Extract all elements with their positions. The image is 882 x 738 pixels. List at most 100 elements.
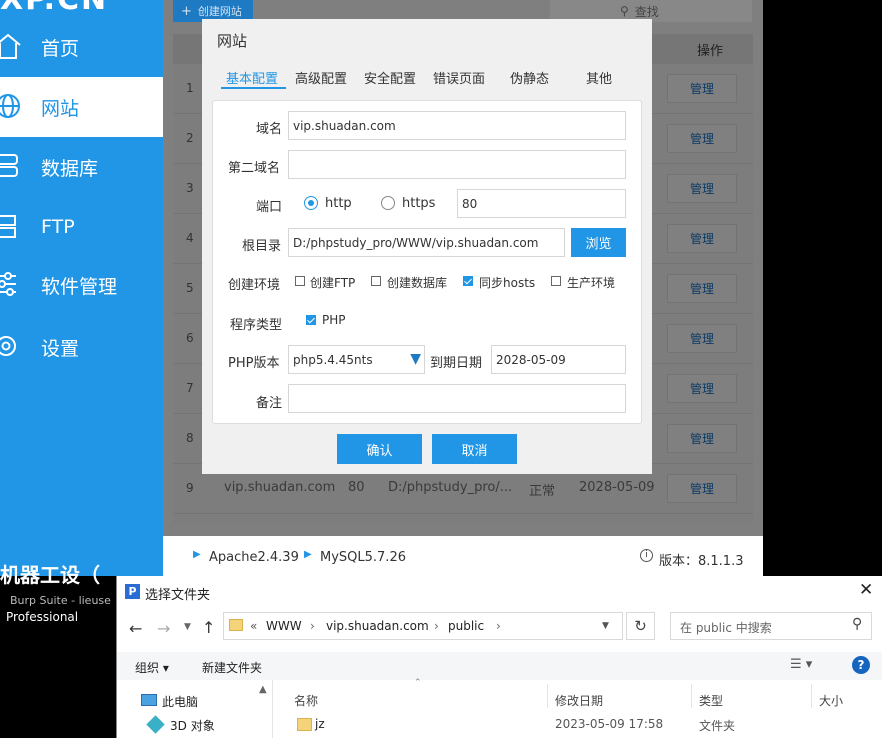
php-version-value: php5.4.45nts [293, 352, 373, 367]
column-name[interactable]: 名称 [294, 692, 318, 709]
expiry-input[interactable]: 2028-05-09 [491, 345, 626, 374]
create-ftp-checkbox[interactable] [295, 276, 305, 286]
manage-button[interactable]: 管理 [667, 74, 737, 103]
http-radio[interactable] [304, 196, 318, 210]
browse-button[interactable]: 浏览 [571, 228, 626, 257]
create-db-checkbox[interactable] [371, 276, 381, 286]
apache-status[interactable]: Apache2.4.39 [209, 550, 299, 565]
root-input[interactable]: D:/phpstudy_pro/WWW/vip.shuadan.com [288, 228, 565, 257]
domain-input[interactable]: vip.shuadan.com [288, 111, 626, 140]
sidebar: XP.CN 首页 网站 数据库 FTP 软件管理 设置 [0, 0, 163, 576]
row-number: 8 [186, 431, 194, 445]
address-bar[interactable]: « WWW › vip.shuadan.com › public › ▼ [223, 612, 623, 640]
manage-button[interactable]: 管理 [667, 274, 737, 303]
confirm-button[interactable]: 确认 [337, 434, 422, 464]
row-number: 2 [186, 131, 194, 145]
path-segment-public[interactable]: public [448, 619, 484, 633]
column-modified[interactable]: 修改日期 [555, 692, 603, 709]
mysql-status[interactable]: MySQL5.7.26 [320, 550, 406, 565]
manage-button[interactable]: 管理 [667, 124, 737, 153]
sidebar-item-ftp[interactable]: FTP [0, 197, 163, 257]
tab-basic[interactable]: 基本配置 [226, 68, 278, 87]
close-icon[interactable]: ✕ [859, 580, 873, 600]
column-divider[interactable] [811, 684, 812, 708]
sync-hosts-checkbox[interactable] [463, 276, 473, 286]
pane-divider [272, 680, 273, 738]
second-domain-label: 第二域名 [228, 161, 281, 176]
recent-dropdown-icon[interactable]: ▼ [184, 622, 191, 632]
port-input[interactable]: 80 [457, 189, 626, 218]
home-icon [0, 33, 21, 59]
dialog-body: 此电脑 3D 对象 ▲ ⌃ 名称 修改日期 类型 大小 jz 2023-05-0… [117, 678, 882, 738]
sliders-icon [0, 272, 16, 296]
back-icon[interactable]: ← [129, 619, 142, 638]
tree-item-3d-objects[interactable]: 3D 对象 [170, 717, 215, 734]
sidebar-item-website[interactable]: 网站 [0, 77, 163, 137]
tab-security[interactable]: 安全配置 [364, 68, 416, 87]
sidebar-item-settings[interactable]: 设置 [0, 317, 163, 377]
create-site-label: 创建网站 [197, 5, 242, 18]
search-placeholder: 查找 [634, 4, 659, 19]
file-modified: 2023-05-09 17:58 [555, 717, 664, 731]
production-label: 生产环境 [567, 276, 616, 290]
sidebar-item-software[interactable]: 软件管理 [0, 255, 163, 315]
search-icon: ⚲ [852, 616, 863, 632]
second-domain-input[interactable] [288, 150, 626, 179]
tab-advanced[interactable]: 高级配置 [295, 68, 347, 87]
organize-button[interactable]: 组织 ▾ [135, 659, 169, 676]
sort-indicator-icon: ⌃ [414, 678, 422, 688]
php-label: PHP [322, 313, 346, 327]
new-folder-button[interactable]: 新建文件夹 [202, 659, 262, 676]
help-icon[interactable]: ? [852, 656, 870, 674]
refresh-button[interactable]: ↻ [626, 612, 655, 640]
manage-button[interactable]: 管理 [667, 374, 737, 403]
tab-rewrite[interactable]: 伪静态 [510, 68, 549, 87]
create-ftp-label: 创建FTP [310, 276, 356, 290]
sidebar-item-database[interactable]: 数据库 [0, 137, 163, 197]
sidebar-item-home[interactable]: 首页 [0, 17, 163, 77]
column-type[interactable]: 类型 [699, 692, 723, 709]
manage-button[interactable]: 管理 [667, 474, 737, 503]
row-number: 5 [186, 281, 194, 295]
php-checkbox[interactable] [306, 315, 316, 325]
folder-search-input[interactable]: 在 public 中搜索 ⚲ [670, 612, 872, 640]
manage-button[interactable]: 管理 [667, 174, 737, 203]
view-options-icon[interactable]: ☰ ▾ [790, 657, 812, 672]
column-divider[interactable] [691, 684, 692, 708]
row-number: 4 [186, 231, 194, 245]
column-divider[interactable] [547, 684, 548, 708]
manage-button[interactable]: 管理 [667, 224, 737, 253]
chevron-down-icon[interactable]: ▼ [602, 621, 609, 631]
cancel-button[interactable]: 取消 [432, 434, 517, 464]
column-size[interactable]: 大小 [819, 692, 843, 709]
tree-scroll-up-icon[interactable]: ▲ [259, 684, 267, 695]
path-segment-site[interactable]: vip.shuadan.com [326, 619, 429, 633]
basic-config-form [212, 100, 642, 424]
sidebar-item-label: 设置 [41, 337, 80, 360]
production-checkbox[interactable] [551, 276, 561, 286]
note-input[interactable] [288, 384, 626, 413]
port-label: 端口 [256, 200, 283, 215]
file-row[interactable]: jz 2023-05-09 17:58 文件夹 [287, 712, 877, 738]
database-icon [0, 154, 18, 177]
path-segment-www[interactable]: WWW [266, 619, 302, 633]
up-icon[interactable]: ↑ [202, 618, 215, 637]
row9-expiry: 2028-05-09 [579, 480, 655, 495]
version-label: 版本：8.1.1.3 [659, 554, 744, 569]
https-radio[interactable] [381, 196, 395, 210]
php-version-select[interactable]: php5.4.45nts ▼ [288, 345, 425, 374]
navigation-bar: ← → ▼ ↑ « WWW › vip.shuadan.com › public… [117, 608, 882, 652]
forward-icon[interactable]: → [157, 619, 170, 638]
background-window-caption: Professional [6, 610, 79, 624]
sidebar-item-label: 软件管理 [41, 275, 118, 298]
sidebar-item-label: 网站 [41, 97, 80, 120]
dialog-titlebar: P 选择文件夹 ✕ [117, 576, 882, 608]
row-number: 6 [186, 331, 194, 345]
play-icon: ▶ [304, 549, 312, 560]
search-icon: ⚲ [620, 4, 629, 18]
tab-other[interactable]: 其他 [586, 68, 612, 87]
tree-item-this-pc[interactable]: 此电脑 [162, 693, 198, 710]
manage-button[interactable]: 管理 [667, 324, 737, 353]
manage-button[interactable]: 管理 [667, 424, 737, 453]
tab-error-pages[interactable]: 错误页面 [433, 68, 485, 87]
